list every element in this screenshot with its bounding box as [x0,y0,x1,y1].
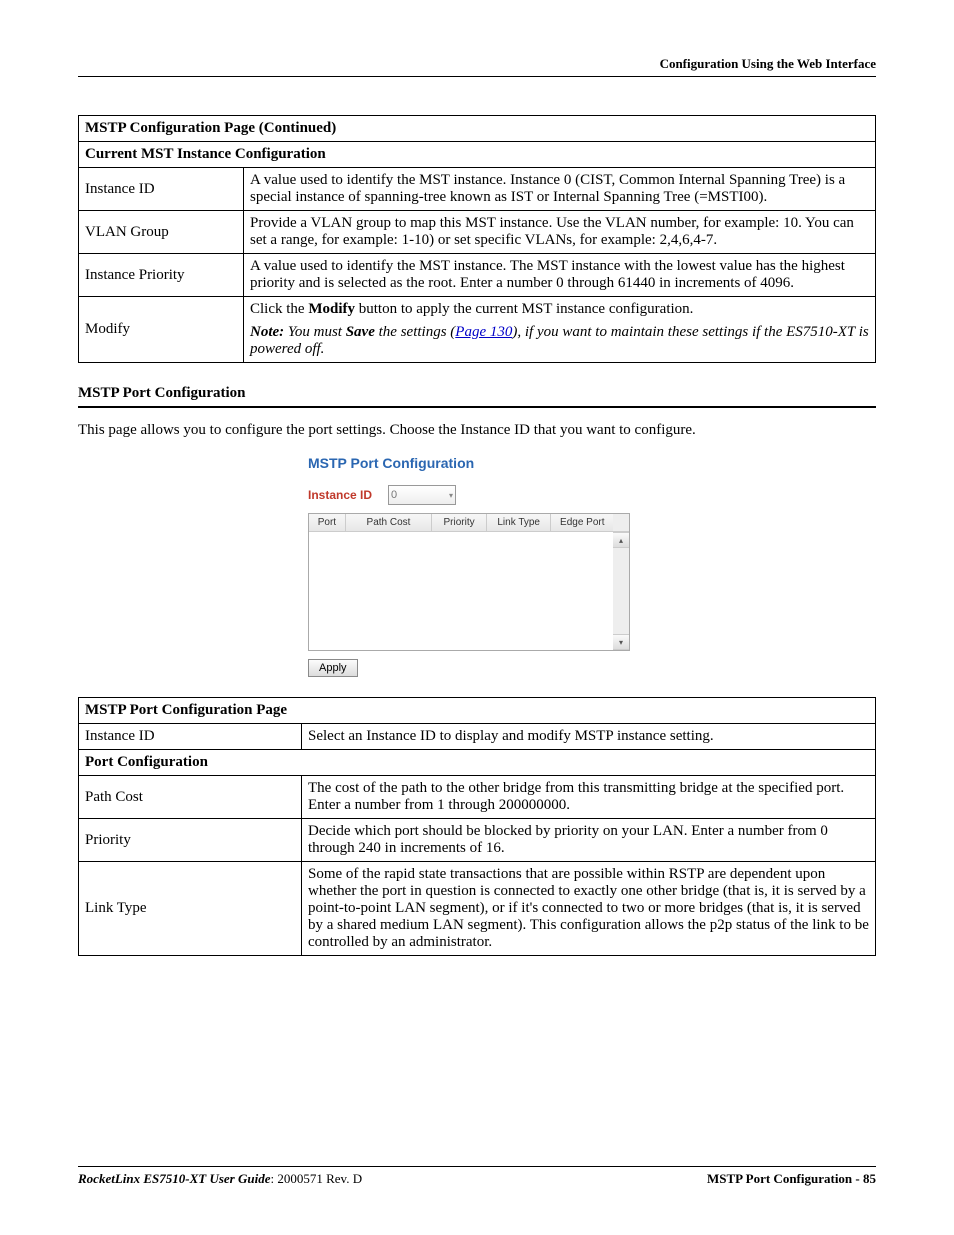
t2-path-cost-label: Path Cost [79,776,302,819]
scrollbar-corner [613,514,629,532]
table2-title: MSTP Port Configuration Page [79,698,876,724]
note-page-link[interactable]: Page 130 [455,324,512,340]
row-modify-label: Modify [79,297,244,363]
ui-instance-id-select[interactable]: 0 ▾ [388,485,456,505]
mstp-port-config-ui: MSTP Port Configuration Instance ID 0 ▾ … [308,455,646,677]
scroll-up-icon[interactable]: ▴ [613,532,629,548]
mstp-config-table: MSTP Configuration Page (Continued) Curr… [78,115,876,363]
col-path-cost: Path Cost [346,514,432,532]
mstp-port-config-heading: MSTP Port Configuration [78,385,876,402]
note-label: Note: [250,324,284,340]
ui-instance-id-value: 0 [391,489,397,501]
modify-line1-post: button to apply the current MST instance… [355,301,693,317]
row-vlan-group-desc: Provide a VLAN group to map this MST ins… [244,211,876,254]
chevron-down-icon: ▾ [449,491,453,500]
t2-link-type-desc: Some of the rapid state transactions tha… [302,862,876,956]
ui-table-header: Port Path Cost Priority Link Type Edge P… [309,514,629,532]
t2-path-cost-desc: The cost of the path to the other bridge… [302,776,876,819]
ui-instance-id-label: Instance ID [308,488,372,502]
ui-table-body [309,532,613,650]
col-priority: Priority [432,514,487,532]
footer-guide-name: RocketLinx ES7510-XT User Guide [78,1171,270,1186]
row-modify-desc: Click the Modify button to apply the cur… [244,297,876,363]
header-rule [78,76,876,77]
t2-instance-id-desc: Select an Instance ID to display and mod… [302,724,876,750]
t2-instance-id-label: Instance ID [79,724,302,750]
modify-line1-pre: Click the [250,301,308,317]
page-header: Configuration Using the Web Interface [78,56,876,76]
footer-right: MSTP Port Configuration - 85 [707,1171,876,1187]
mstp-port-config-table: MSTP Port Configuration Page Instance ID… [78,697,876,956]
col-edge-port: Edge Port [551,514,613,532]
t2-link-type-label: Link Type [79,862,302,956]
ui-port-table: Port Path Cost Priority Link Type Edge P… [308,513,630,651]
t2-priority-desc: Decide which port should be blocked by p… [302,819,876,862]
table1-section: Current MST Instance Configuration [79,142,876,168]
row-instance-priority-desc: A value used to identify the MST instanc… [244,254,876,297]
page-footer: RocketLinx ES7510-XT User Guide: 2000571… [78,1166,876,1187]
table2-section: Port Configuration [79,750,876,776]
row-instance-id-label: Instance ID [79,168,244,211]
row-instance-id-desc: A value used to identify the MST instanc… [244,168,876,211]
modify-line1-strong: Modify [308,301,355,317]
row-vlan-group-label: VLAN Group [79,211,244,254]
apply-button[interactable]: Apply [308,659,358,677]
t2-priority-label: Priority [79,819,302,862]
footer-rev: : 2000571 Rev. D [270,1171,362,1186]
col-link-type: Link Type [487,514,552,532]
note-pre: You must [284,324,346,340]
footer-left: RocketLinx ES7510-XT User Guide: 2000571… [78,1171,362,1187]
scroll-down-icon[interactable]: ▾ [613,634,629,650]
footer-rule [78,1166,876,1167]
note-save: Save [346,324,375,340]
ui-scrollbar[interactable]: ▴ ▾ [613,532,629,650]
col-port: Port [309,514,346,532]
row-instance-priority-label: Instance Priority [79,254,244,297]
table1-title: MSTP Configuration Page (Continued) [79,116,876,142]
section-rule [78,406,876,408]
ui-title: MSTP Port Configuration [308,455,646,471]
note-mid: the settings ( [375,324,455,340]
section2-para: This page allows you to configure the po… [78,422,876,439]
